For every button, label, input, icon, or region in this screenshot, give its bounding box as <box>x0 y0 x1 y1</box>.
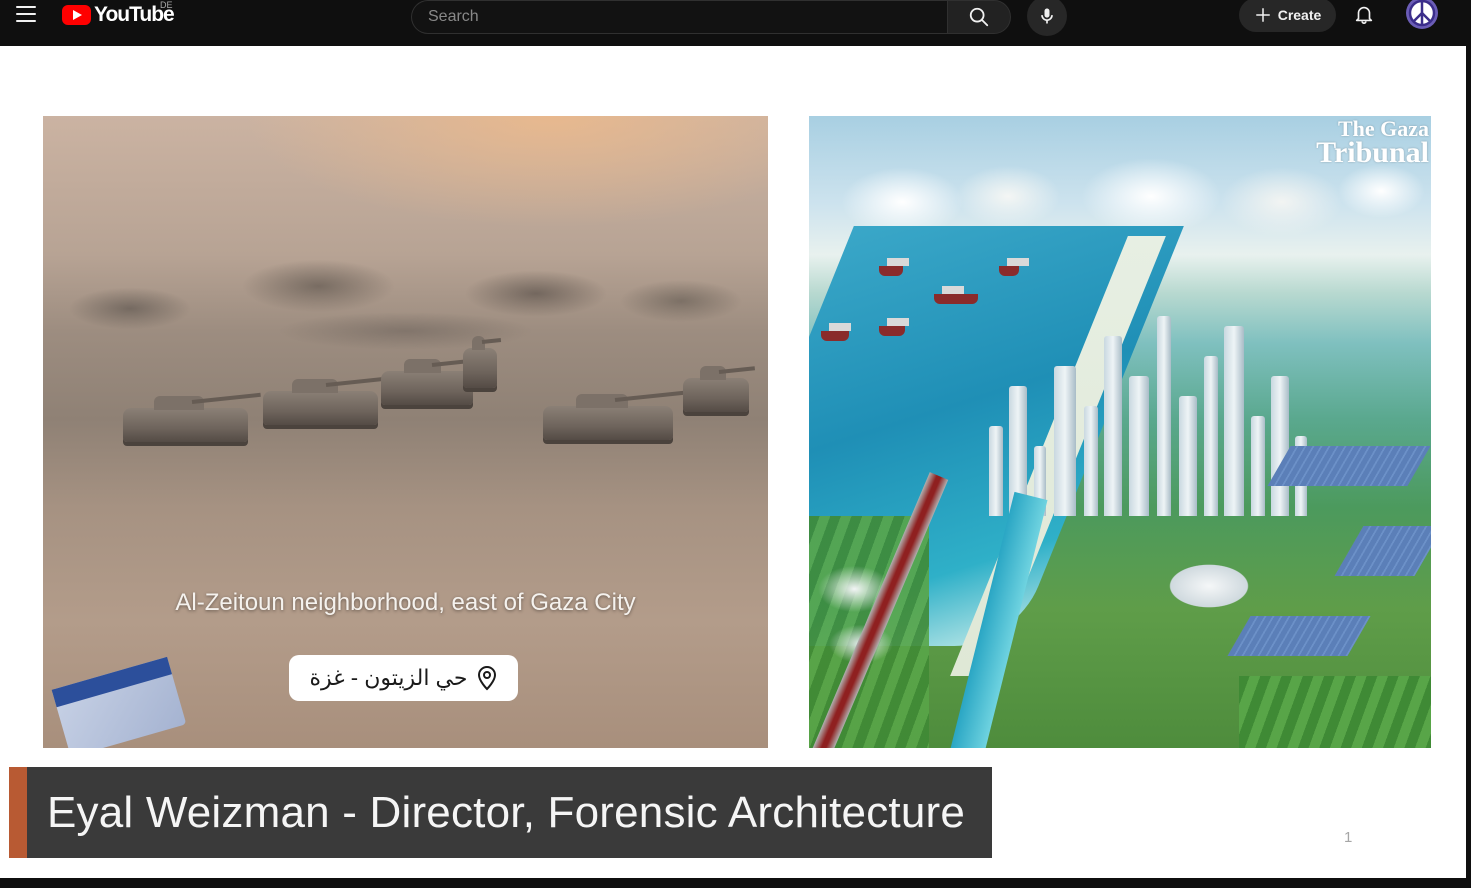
peace-avatar-icon <box>1408 0 1436 27</box>
slide-number: 1 <box>1344 829 1353 846</box>
excavator <box>463 336 497 388</box>
tank <box>683 366 749 412</box>
idf-sticker <box>51 656 187 748</box>
solar-panels <box>1334 526 1431 576</box>
youtube-logo[interactable]: YouTube DE <box>62 0 175 28</box>
voice-search-button[interactable] <box>1027 0 1067 36</box>
gaza-vision-image: The Gaza Tribunal <box>809 116 1431 748</box>
gaza-tribunal-watermark: The Gaza Tribunal <box>1316 117 1429 170</box>
tank <box>263 379 378 425</box>
search-input[interactable] <box>411 0 947 34</box>
ship <box>999 258 1029 276</box>
speaker-name-title: Eyal Weizman - Director, Forensic Archit… <box>47 787 966 837</box>
tank <box>123 396 248 442</box>
ship <box>821 323 851 341</box>
solar-panels <box>1267 446 1431 486</box>
notifications-button[interactable] <box>1350 0 1378 28</box>
menu-icon[interactable] <box>10 0 42 28</box>
farm-fields <box>1239 676 1431 748</box>
location-caption: Al-Zeitoun neighborhood, east of Gaza Ci… <box>175 589 636 616</box>
search-icon <box>969 7 989 27</box>
location-tag: حي الزيتون - غزة <box>289 655 518 701</box>
create-button[interactable]: Create <box>1239 0 1336 32</box>
search-button[interactable] <box>947 0 1011 34</box>
zeitoun-photo: Al-Zeitoun neighborhood, east of Gaza Ci… <box>43 116 768 748</box>
bell-icon <box>1355 6 1373 24</box>
mic-icon <box>1041 8 1053 24</box>
ship <box>879 258 909 276</box>
rubble-area <box>43 226 768 376</box>
masthead: YouTube DE Create <box>0 0 1471 46</box>
dome-hall <box>1154 556 1264 616</box>
speaker-lower-third: Eyal Weizman - Director, Forensic Archit… <box>9 767 992 858</box>
tank <box>543 394 673 440</box>
solar-panels <box>1227 616 1371 656</box>
video-player[interactable]: Al-Zeitoun neighborhood, east of Gaza Ci… <box>0 46 1466 878</box>
ship <box>934 286 978 304</box>
search-bar <box>411 0 1011 34</box>
frame-edge <box>1466 46 1471 888</box>
watermark-line-2: Tribunal <box>1316 136 1429 170</box>
ship <box>879 318 909 336</box>
country-code: DE <box>160 0 173 10</box>
youtube-play-icon <box>62 5 91 25</box>
skyline <box>979 286 1309 516</box>
lower-third-accent <box>9 767 27 858</box>
tank <box>381 359 473 405</box>
frame-edge <box>0 878 1471 888</box>
location-tag-text: حي الزيتون - غزة <box>309 665 468 690</box>
create-label: Create <box>1277 7 1322 23</box>
avatar[interactable] <box>1406 0 1438 29</box>
location-pin-icon <box>477 665 496 691</box>
plus-icon <box>1255 8 1270 22</box>
